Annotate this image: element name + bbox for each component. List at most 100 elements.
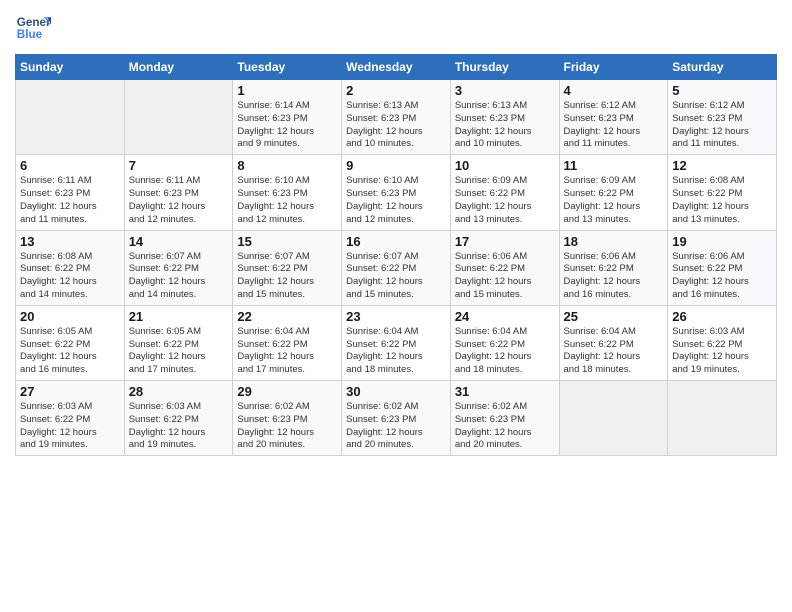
day-info: Sunrise: 6:07 AM Sunset: 6:22 PM Dayligh… <box>237 251 337 302</box>
day-info: Sunrise: 6:06 AM Sunset: 6:22 PM Dayligh… <box>564 251 664 302</box>
day-number: 23 <box>346 309 446 324</box>
day-number: 29 <box>237 384 337 399</box>
day-info: Sunrise: 6:02 AM Sunset: 6:23 PM Dayligh… <box>237 401 337 452</box>
calendar-cell: 18 Sunrise: 6:06 AM Sunset: 6:22 PM Dayli… <box>559 230 668 305</box>
day-number: 27 <box>20 384 120 399</box>
calendar-cell: 25 Sunrise: 6:04 AM Sunset: 6:22 PM Dayli… <box>559 305 668 380</box>
day-number: 15 <box>237 234 337 249</box>
day-info: Sunrise: 6:04 AM Sunset: 6:22 PM Dayligh… <box>346 326 446 377</box>
week-row-2: 13 Sunrise: 6:08 AM Sunset: 6:22 PM Dayli… <box>16 230 777 305</box>
day-number: 30 <box>346 384 446 399</box>
day-info: Sunrise: 6:03 AM Sunset: 6:22 PM Dayligh… <box>129 401 229 452</box>
calendar-cell: 5 Sunrise: 6:12 AM Sunset: 6:23 PM Daylig… <box>668 80 777 155</box>
day-number: 12 <box>672 158 772 173</box>
week-row-1: 6 Sunrise: 6:11 AM Sunset: 6:23 PM Daylig… <box>16 155 777 230</box>
logo: General Blue <box>15 10 51 46</box>
logo-icon: General Blue <box>15 10 51 46</box>
calendar-cell: 26Sunrise: 6:03 AM Sunset: 6:22 PM Dayli… <box>668 305 777 380</box>
calendar-cell: 21 Sunrise: 6:05 AM Sunset: 6:22 PM Dayli… <box>124 305 233 380</box>
calendar-cell: 24 Sunrise: 6:04 AM Sunset: 6:22 PM Dayli… <box>450 305 559 380</box>
calendar-cell: 27Sunrise: 6:03 AM Sunset: 6:22 PM Dayli… <box>16 381 125 456</box>
calendar-cell: 29 Sunrise: 6:02 AM Sunset: 6:23 PM Dayli… <box>233 381 342 456</box>
calendar-cell: 22 Sunrise: 6:04 AM Sunset: 6:22 PM Dayli… <box>233 305 342 380</box>
day-number: 3 <box>455 83 555 98</box>
day-number: 7 <box>129 158 229 173</box>
calendar-cell <box>559 381 668 456</box>
day-info: Sunrise: 6:14 AM Sunset: 6:23 PM Dayligh… <box>237 100 337 151</box>
day-number: 11 <box>564 158 664 173</box>
day-info: Sunrise: 6:08 AM Sunset: 6:22 PM Dayligh… <box>20 251 120 302</box>
day-number: 25 <box>564 309 664 324</box>
calendar-cell: 4 Sunrise: 6:12 AM Sunset: 6:23 PM Daylig… <box>559 80 668 155</box>
day-info: Sunrise: 6:13 AM Sunset: 6:23 PM Dayligh… <box>455 100 555 151</box>
day-info: Sunrise: 6:11 AM Sunset: 6:23 PM Dayligh… <box>129 175 229 226</box>
calendar-cell <box>668 381 777 456</box>
weekday-header-sunday: Sunday <box>16 55 125 80</box>
day-info: Sunrise: 6:12 AM Sunset: 6:23 PM Dayligh… <box>672 100 772 151</box>
calendar-cell: 30Sunrise: 6:02 AM Sunset: 6:23 PM Dayli… <box>342 381 451 456</box>
day-number: 8 <box>237 158 337 173</box>
calendar-cell: 7 Sunrise: 6:11 AM Sunset: 6:23 PM Daylig… <box>124 155 233 230</box>
weekday-header-thursday: Thursday <box>450 55 559 80</box>
day-number: 17 <box>455 234 555 249</box>
day-info: Sunrise: 6:13 AM Sunset: 6:23 PM Dayligh… <box>346 100 446 151</box>
day-info: Sunrise: 6:10 AM Sunset: 6:23 PM Dayligh… <box>237 175 337 226</box>
calendar-cell: 28 Sunrise: 6:03 AM Sunset: 6:22 PM Dayli… <box>124 381 233 456</box>
day-info: Sunrise: 6:12 AM Sunset: 6:23 PM Dayligh… <box>564 100 664 151</box>
day-number: 24 <box>455 309 555 324</box>
calendar-cell: 14Sunrise: 6:07 AM Sunset: 6:22 PM Dayli… <box>124 230 233 305</box>
day-number: 6 <box>20 158 120 173</box>
day-number: 20 <box>20 309 120 324</box>
day-info: Sunrise: 6:09 AM Sunset: 6:22 PM Dayligh… <box>455 175 555 226</box>
day-info: Sunrise: 6:04 AM Sunset: 6:22 PM Dayligh… <box>237 326 337 377</box>
day-number: 1 <box>237 83 337 98</box>
calendar-cell: 31 Sunrise: 6:02 AM Sunset: 6:23 PM Dayli… <box>450 381 559 456</box>
calendar-cell: 16Sunrise: 6:07 AM Sunset: 6:22 PM Dayli… <box>342 230 451 305</box>
calendar-cell: 17 Sunrise: 6:06 AM Sunset: 6:22 PM Dayli… <box>450 230 559 305</box>
day-info: Sunrise: 6:05 AM Sunset: 6:22 PM Dayligh… <box>20 326 120 377</box>
day-number: 13 <box>20 234 120 249</box>
day-info: Sunrise: 6:11 AM Sunset: 6:23 PM Dayligh… <box>20 175 120 226</box>
weekday-header-monday: Monday <box>124 55 233 80</box>
day-info: Sunrise: 6:07 AM Sunset: 6:22 PM Dayligh… <box>346 251 446 302</box>
weekday-header-friday: Friday <box>559 55 668 80</box>
day-number: 19 <box>672 234 772 249</box>
day-info: Sunrise: 6:03 AM Sunset: 6:22 PM Dayligh… <box>672 326 772 377</box>
calendar-cell: 10 Sunrise: 6:09 AM Sunset: 6:22 PM Dayli… <box>450 155 559 230</box>
calendar-cell: 13 Sunrise: 6:08 AM Sunset: 6:22 PM Dayli… <box>16 230 125 305</box>
calendar-cell: 1 Sunrise: 6:14 AM Sunset: 6:23 PM Daylig… <box>233 80 342 155</box>
day-number: 5 <box>672 83 772 98</box>
day-number: 9 <box>346 158 446 173</box>
day-number: 22 <box>237 309 337 324</box>
day-info: Sunrise: 6:04 AM Sunset: 6:22 PM Dayligh… <box>455 326 555 377</box>
day-number: 10 <box>455 158 555 173</box>
day-number: 31 <box>455 384 555 399</box>
day-number: 28 <box>129 384 229 399</box>
calendar-cell: 12 Sunrise: 6:08 AM Sunset: 6:22 PM Dayli… <box>668 155 777 230</box>
day-info: Sunrise: 6:02 AM Sunset: 6:23 PM Dayligh… <box>455 401 555 452</box>
day-number: 18 <box>564 234 664 249</box>
day-info: Sunrise: 6:04 AM Sunset: 6:22 PM Dayligh… <box>564 326 664 377</box>
day-info: Sunrise: 6:05 AM Sunset: 6:22 PM Dayligh… <box>129 326 229 377</box>
week-row-3: 20 Sunrise: 6:05 AM Sunset: 6:22 PM Dayli… <box>16 305 777 380</box>
day-number: 4 <box>564 83 664 98</box>
day-number: 2 <box>346 83 446 98</box>
calendar-cell: 2 Sunrise: 6:13 AM Sunset: 6:23 PM Daylig… <box>342 80 451 155</box>
svg-text:Blue: Blue <box>17 28 43 41</box>
day-info: Sunrise: 6:10 AM Sunset: 6:23 PM Dayligh… <box>346 175 446 226</box>
page-header: General Blue <box>15 10 777 46</box>
calendar-table: SundayMondayTuesdayWednesdayThursdayFrid… <box>15 54 777 456</box>
day-info: Sunrise: 6:07 AM Sunset: 6:22 PM Dayligh… <box>129 251 229 302</box>
calendar-cell: 6 Sunrise: 6:11 AM Sunset: 6:23 PM Daylig… <box>16 155 125 230</box>
day-number: 21 <box>129 309 229 324</box>
day-info: Sunrise: 6:08 AM Sunset: 6:22 PM Dayligh… <box>672 175 772 226</box>
week-row-0: 1 Sunrise: 6:14 AM Sunset: 6:23 PM Daylig… <box>16 80 777 155</box>
calendar-cell: 8 Sunrise: 6:10 AM Sunset: 6:23 PM Daylig… <box>233 155 342 230</box>
calendar-cell: 11Sunrise: 6:09 AM Sunset: 6:22 PM Dayli… <box>559 155 668 230</box>
calendar-cell <box>124 80 233 155</box>
day-info: Sunrise: 6:06 AM Sunset: 6:22 PM Dayligh… <box>455 251 555 302</box>
calendar-cell <box>16 80 125 155</box>
calendar-cell: 9 Sunrise: 6:10 AM Sunset: 6:23 PM Daylig… <box>342 155 451 230</box>
calendar-cell: 15 Sunrise: 6:07 AM Sunset: 6:22 PM Dayli… <box>233 230 342 305</box>
day-info: Sunrise: 6:06 AM Sunset: 6:22 PM Dayligh… <box>672 251 772 302</box>
